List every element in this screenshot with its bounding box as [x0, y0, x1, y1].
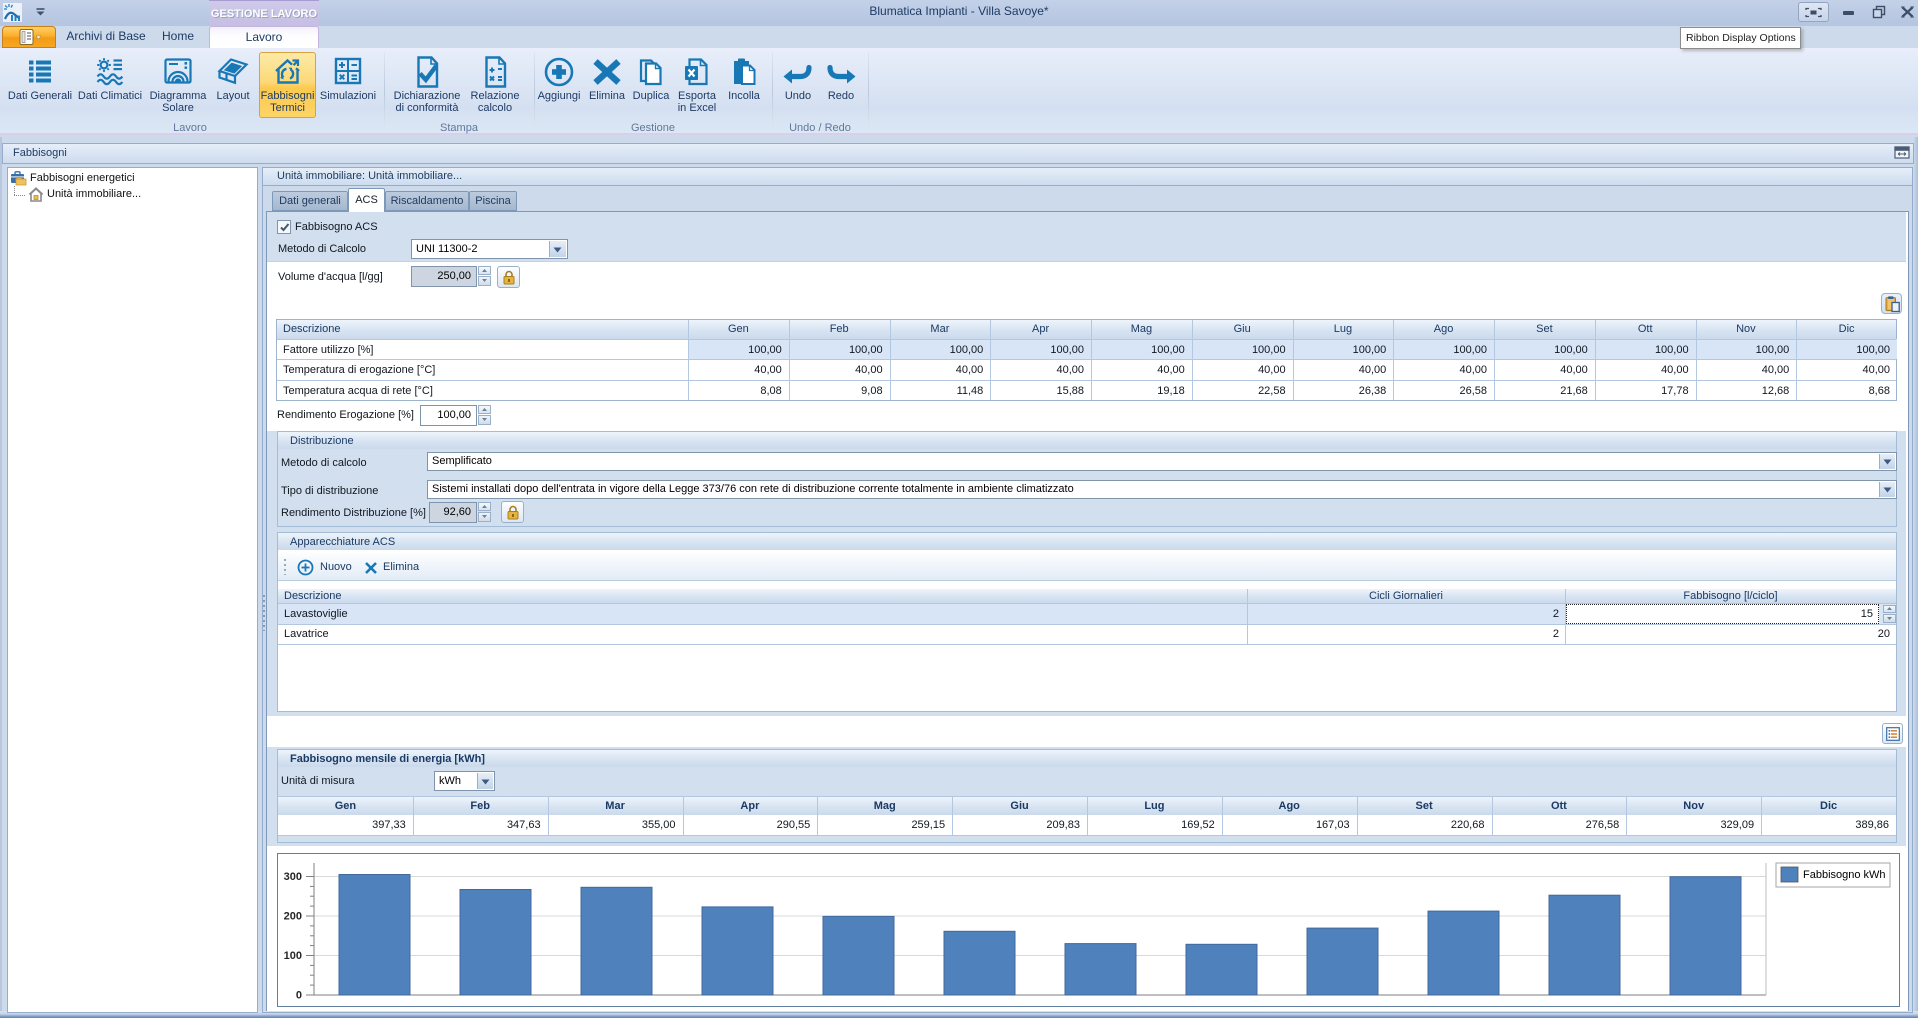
svg-text:Fabbisogno kWh: Fabbisogno kWh [1803, 869, 1886, 881]
svg-text:0: 0 [296, 990, 302, 1002]
svg-text:200: 200 [284, 911, 302, 923]
svg-text:300: 300 [284, 871, 302, 883]
svg-text:100: 100 [284, 950, 302, 962]
